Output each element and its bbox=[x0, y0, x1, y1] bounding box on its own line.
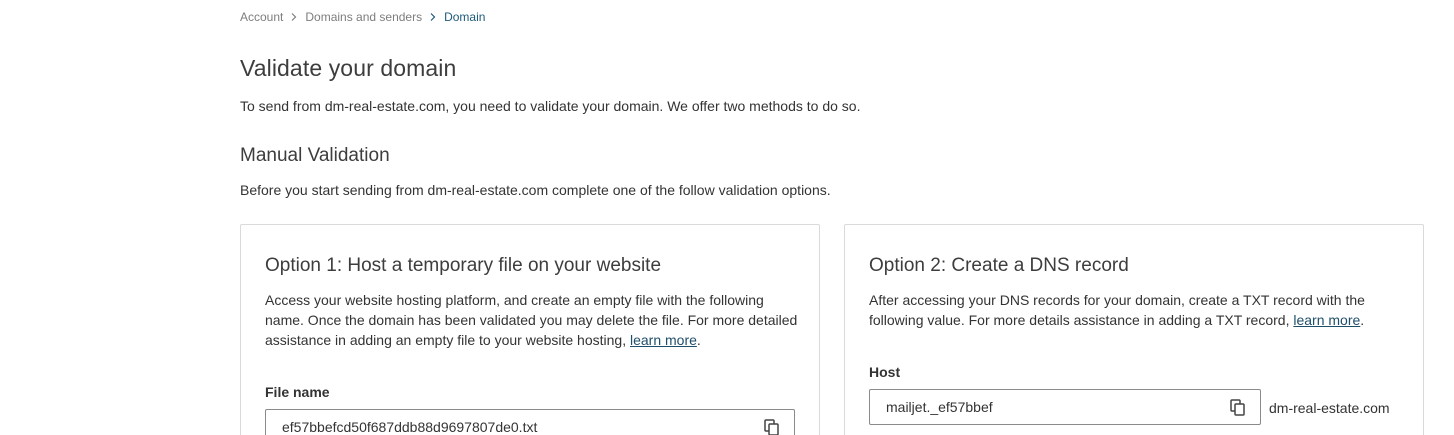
host-value: mailjet._ef57bbef bbox=[886, 399, 993, 415]
option-1-text-body: Access your website hosting platform, an… bbox=[265, 292, 798, 348]
option-2-text: After accessing your DNS records for you… bbox=[869, 290, 1389, 330]
file-name-field[interactable]: ef57bbefcd50f687ddb88d9697807de0.txt bbox=[265, 409, 795, 435]
breadcrumb: Account Domains and senders Domain bbox=[240, 9, 485, 25]
host-field[interactable]: mailjet._ef57bbef bbox=[869, 389, 1261, 425]
copy-icon[interactable] bbox=[1228, 398, 1248, 418]
option-1-text-end: . bbox=[696, 332, 701, 348]
option-2-text-end: . bbox=[1360, 312, 1365, 328]
page: Account Domains and senders Domain Valid… bbox=[0, 0, 1454, 435]
host-label: Host bbox=[869, 364, 901, 380]
file-name-value: ef57bbefcd50f687ddb88d9697807de0.txt bbox=[282, 419, 538, 435]
option-1-title: Option 1: Host a temporary file on your … bbox=[265, 255, 662, 276]
page-title: Validate your domain bbox=[240, 55, 457, 81]
copy-icon[interactable] bbox=[762, 418, 782, 435]
option-2-text-body: After accessing your DNS records for you… bbox=[869, 292, 1365, 328]
option-1-text: Access your website hosting platform, an… bbox=[265, 290, 800, 350]
manual-validation-title: Manual Validation bbox=[240, 145, 390, 166]
breadcrumb-account[interactable]: Account bbox=[240, 10, 283, 24]
option-1-card: Option 1: Host a temporary file on your … bbox=[240, 224, 820, 435]
option-2-card: Option 2: Create a DNS record After acce… bbox=[844, 224, 1424, 435]
option-2-title: Option 2: Create a DNS record bbox=[869, 255, 1129, 276]
option-2-learn-more-link[interactable]: learn more bbox=[1293, 312, 1360, 328]
file-name-label: File name bbox=[265, 384, 330, 400]
page-intro: To send from dm-real-estate.com, you nee… bbox=[240, 98, 861, 114]
breadcrumb-domains-and-senders[interactable]: Domains and senders bbox=[305, 10, 422, 24]
option-1-learn-more-link[interactable]: learn more bbox=[630, 332, 697, 348]
host-domain-suffix: dm-real-estate.com bbox=[1269, 400, 1390, 416]
chevron-right-icon bbox=[283, 9, 305, 25]
chevron-right-icon bbox=[422, 9, 444, 25]
breadcrumb-current: Domain bbox=[444, 10, 486, 24]
manual-validation-description: Before you start sending from dm-real-es… bbox=[240, 182, 831, 198]
